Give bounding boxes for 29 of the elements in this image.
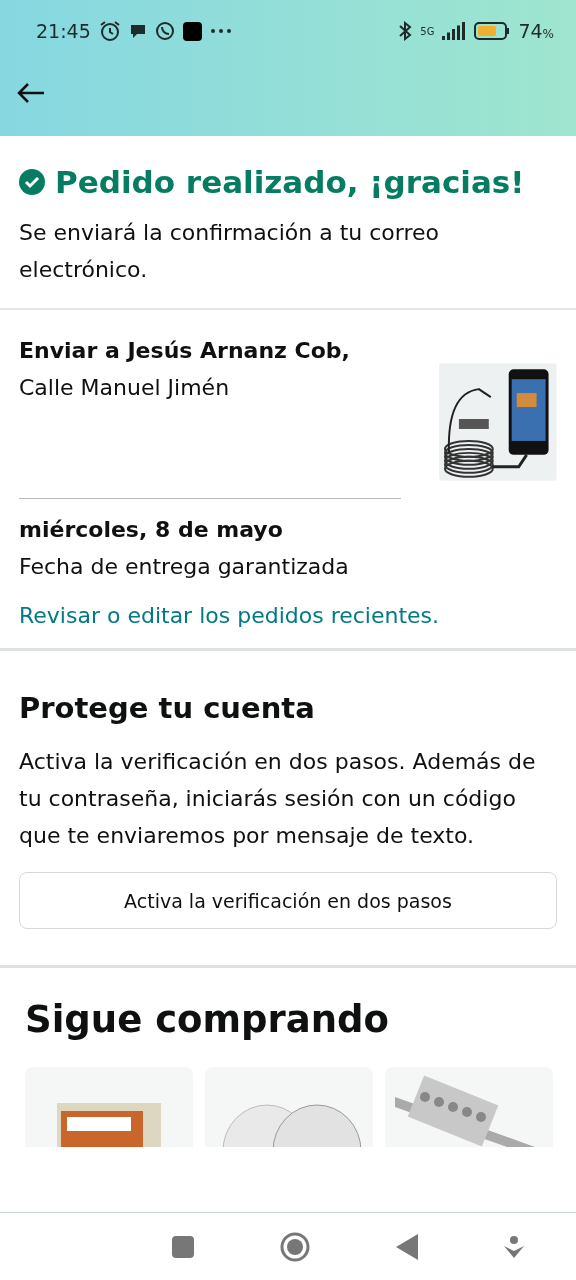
percent-sign: %: [542, 27, 554, 41]
enable-2fa-button[interactable]: Activa la verificación en dos pasos: [19, 872, 557, 929]
alarm-icon: [98, 20, 121, 42]
security-description: Activa la verificación en dos pasos. Además de tu contraseña, iniciarás sesión con un código que te enviaremos por mensaje de texto.: [19, 748, 537, 850]
bluetooth-icon: [398, 21, 413, 41]
back-icon[interactable]: [396, 1233, 418, 1260]
address-line: Calle Manuel Jimén: [19, 374, 231, 402]
download-icon[interactable]: [504, 1235, 524, 1258]
phone-chat-icon: [154, 21, 175, 41]
section-title: Sigue comprando: [24, 998, 390, 1041]
battery-percent: 74: [518, 20, 543, 42]
delivery-date: miércoles, 8 de mayo: [19, 516, 284, 544]
delivery-note: Fecha de entrega garantizada: [19, 553, 350, 581]
more-icon: [209, 28, 232, 34]
section-title: Protege tu cuenta: [19, 691, 316, 725]
order-confirmed-title: Pedido realizado, ¡gracias!: [55, 164, 525, 200]
edit-orders-link[interactable]: Revisar o editar los pedidos recientes.: [19, 603, 440, 628]
square-icon[interactable]: [172, 1235, 194, 1258]
recipient-name: Enviar a Jesús Arnanz Cob,: [19, 337, 351, 365]
battery-icon: [474, 22, 511, 40]
home-icon[interactable]: [280, 1231, 310, 1262]
network-label: 5G: [420, 25, 435, 37]
back-arrow-icon[interactable]: [16, 82, 46, 104]
check-circle-icon: [19, 169, 45, 195]
chat-icon: [128, 23, 147, 39]
confirmation-message: Se enviará la confirmación a tu correo electrónico.: [19, 219, 441, 284]
clock: 21:45: [36, 20, 91, 42]
square-icon: [182, 21, 202, 41]
signal-icon: [442, 22, 467, 40]
